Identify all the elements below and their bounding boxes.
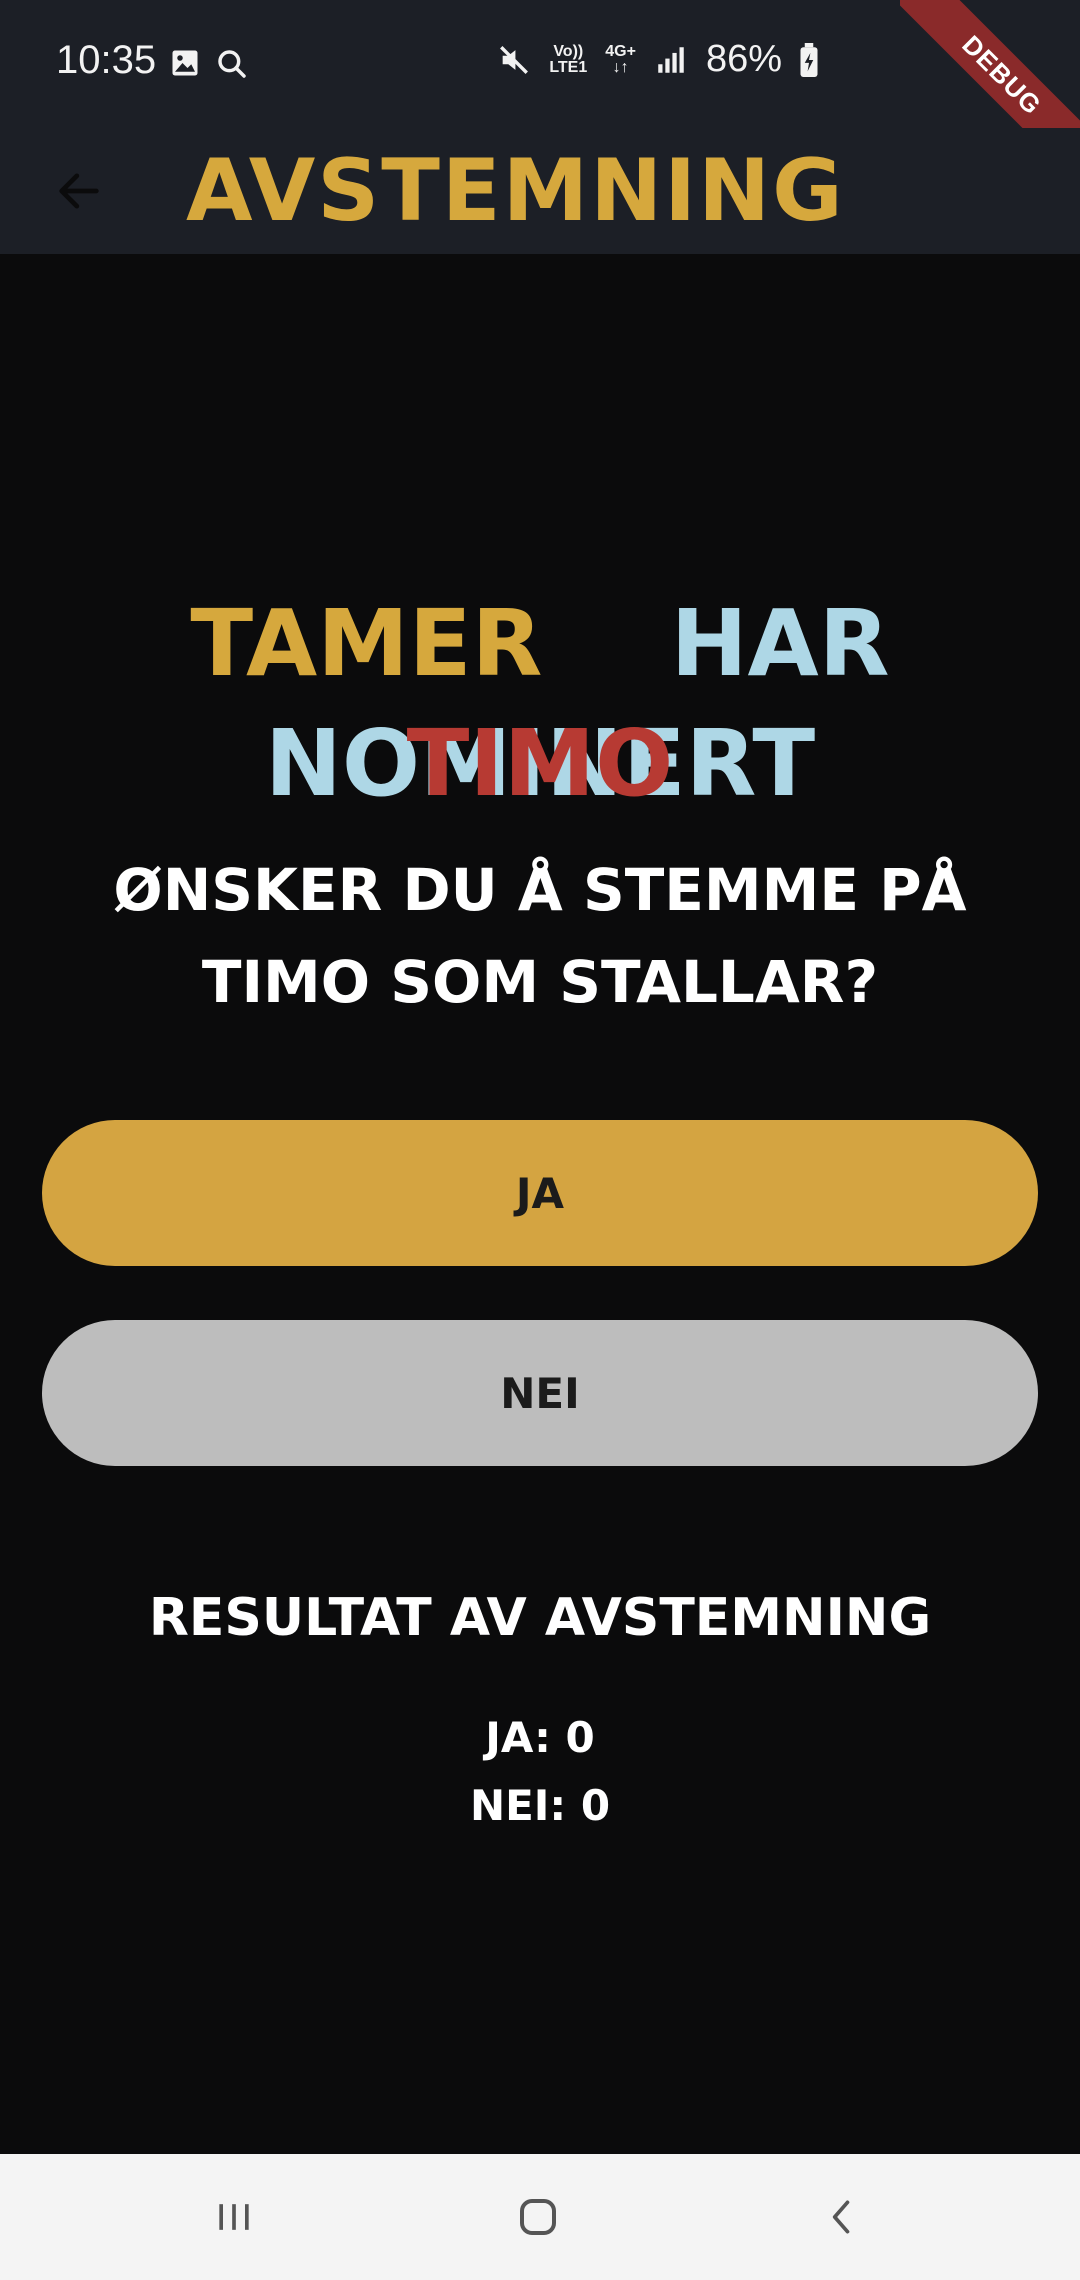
result-no-row: NEI: 0 [0,1778,1080,1834]
network-type: 4G+ [605,42,636,60]
results-title: RESULTAT AV AVSTEMNING [148,1588,932,1648]
nominee-name: TIMO [406,710,674,817]
search-icon [218,50,246,78]
result-no-label: NEI: [469,1781,567,1830]
nominator-name: TAMER [190,590,543,697]
battery-percent: 86% [705,38,782,80]
status-time: 10:35 [56,38,157,82]
volte-line2: LTE1 [549,58,588,76]
result-yes-count: 0 [565,1713,595,1762]
page-title: AVSTEMNING [186,141,845,241]
signal-icon [658,46,684,73]
recents-icon [219,2204,249,2230]
volte-indicator: Vo)) LTE1 [549,42,588,76]
result-yes-row: JA: 0 [0,1710,1080,1766]
system-navigation-bar [0,2154,1080,2280]
result-yes-label: JA: [485,1713,551,1762]
home-icon [520,2199,556,2235]
volte-line1: Vo)) [553,42,584,60]
vote-yes-button[interactable]: JA [42,1120,1038,1266]
mute-icon [500,45,529,74]
network-indicator: 4G+ ↓↑ [605,42,636,76]
main-content: TAMER HAR NOMINERT TIMO ØNSKER DU Å STEM… [0,254,1080,2154]
status-right-cluster: Vo)) LTE1 4G+ ↓↑ 86% [497,38,818,81]
vote-no-button[interactable]: NEI [42,1320,1038,1466]
vote-question: ØNSKER DU Å STEMME PÅ TIMO SOM STALLAR? [113,856,967,1016]
result-no-count: 0 [580,1781,611,1830]
back-button[interactable] [40,152,118,230]
gallery-icon [172,50,198,76]
nav-back-icon [832,2200,850,2234]
status-bar: 10:35 Vo)) LTE1 4G+ ↓↑ 86% [0,0,1080,128]
app-bar: AVSTEMNING [0,128,1080,254]
data-arrows-icon: ↓↑ [612,58,629,76]
home-button[interactable] [490,2184,586,2250]
battery-charging-icon [800,42,818,77]
recents-button[interactable] [186,2184,282,2250]
back-arrow-icon [59,173,99,209]
nav-back-button[interactable] [794,2184,890,2250]
